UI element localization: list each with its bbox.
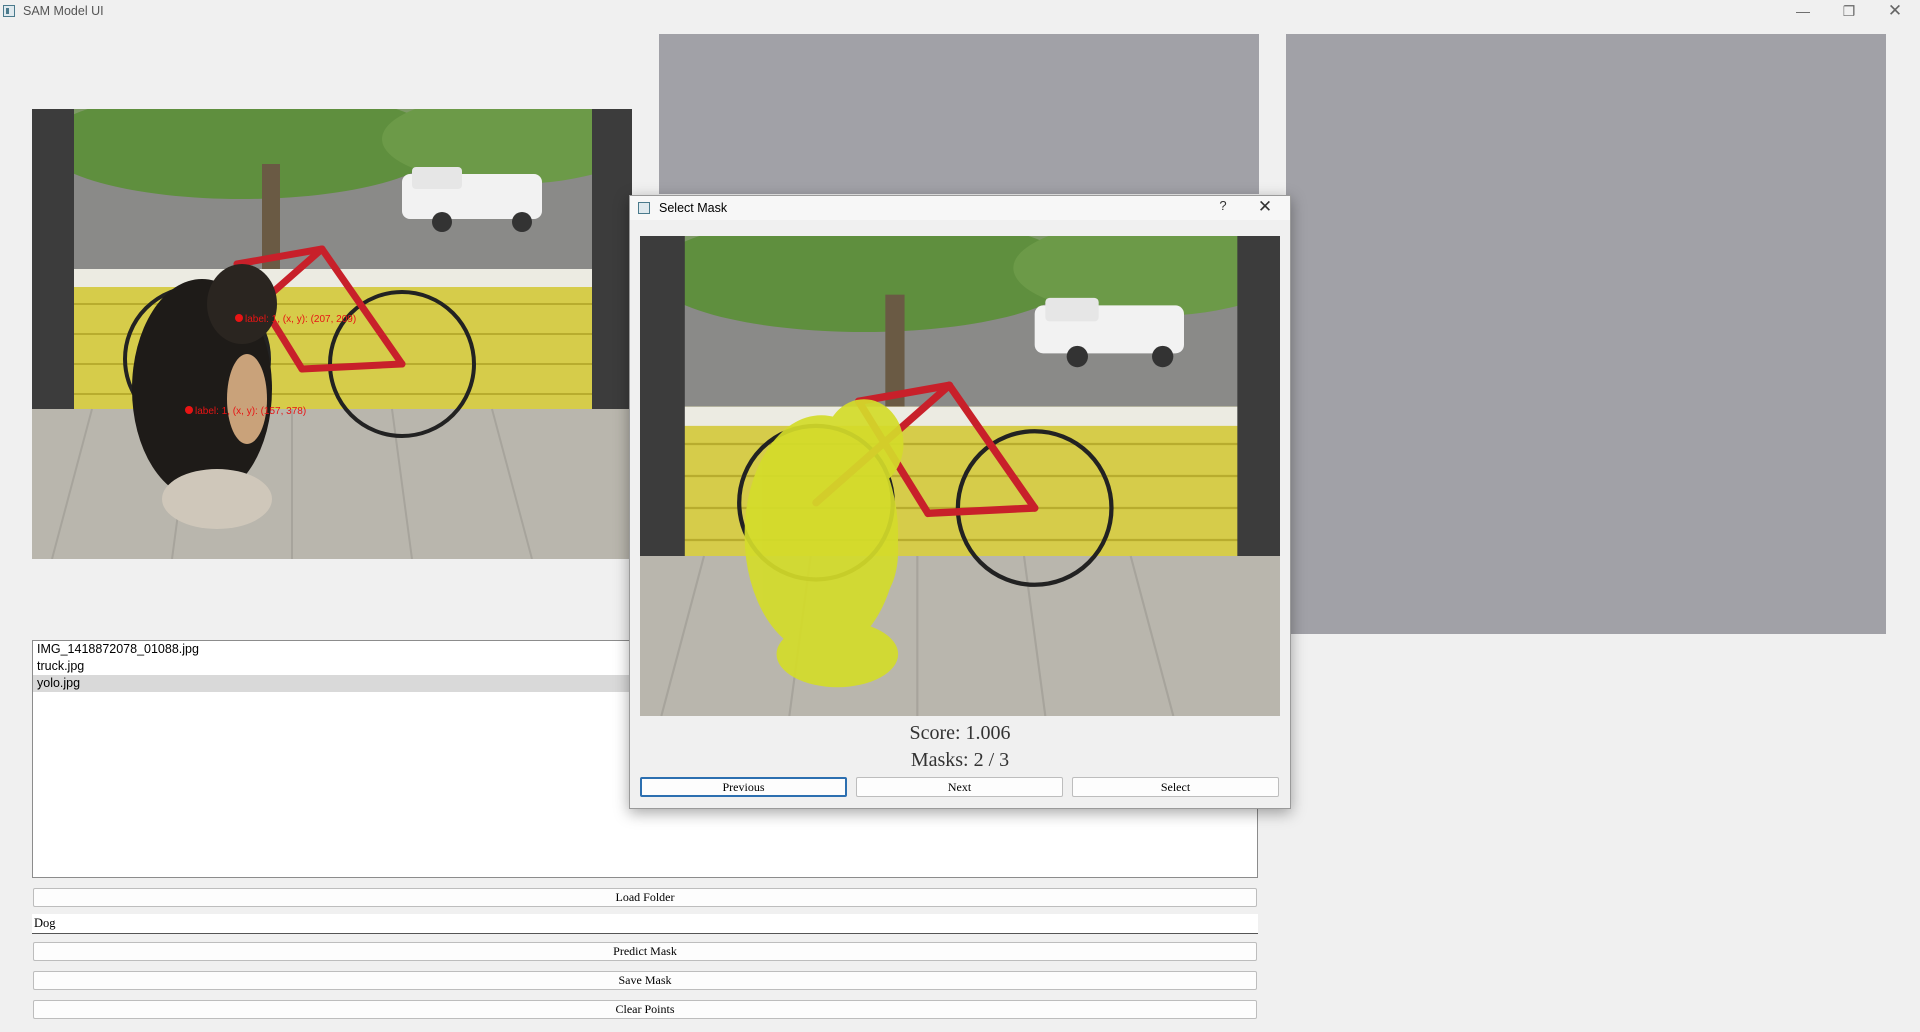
prompt-point-label-2: label: 1, (x, y): (157, 378): [195, 406, 306, 417]
select-mask-dialog: Select Mask ? ✕ Score: 1.006 Masks: 2 / …: [629, 195, 1291, 809]
mask-score: Score: 1.006: [909, 722, 1011, 744]
prompt-text-input[interactable]: [32, 914, 1258, 934]
title-bar: SAM Model UI — ❐ ✕: [0, 0, 1920, 24]
next-button[interactable]: Next: [856, 777, 1063, 797]
window-title: SAM Model UI: [23, 4, 104, 18]
previous-button[interactable]: Previous: [640, 777, 847, 797]
minimize-button[interactable]: —: [1780, 0, 1826, 24]
save-mask-button[interactable]: Save Mask: [33, 971, 1257, 990]
dialog-title: Select Mask: [659, 201, 728, 215]
output-preview-panel: [1286, 34, 1886, 634]
porch-photo: label: 1, (x, y): (207, 209) label: 1, (…: [32, 109, 632, 559]
dialog-title-bar: Select Mask ? ✕: [630, 196, 1290, 220]
mask-preview-panel: [659, 34, 1259, 194]
predict-mask-button[interactable]: Predict Mask: [33, 942, 1257, 961]
dialog-close-button[interactable]: ✕: [1248, 196, 1282, 218]
load-folder-button[interactable]: Load Folder: [33, 888, 1257, 907]
close-button[interactable]: ✕: [1872, 0, 1918, 24]
help-button[interactable]: ?: [1210, 198, 1236, 218]
dialog-app-icon: [638, 202, 650, 214]
prompt-point-2: [185, 406, 193, 414]
app-icon: [3, 5, 15, 17]
main-image-canvas[interactable]: label: 1, (x, y): (207, 209) label: 1, (…: [32, 109, 632, 559]
porch-photo-masked: [640, 236, 1280, 716]
select-button[interactable]: Select: [1072, 777, 1279, 797]
maximize-button[interactable]: ❐: [1826, 0, 1872, 24]
prompt-point-1: [235, 314, 243, 322]
mask-counter: Masks: 2 / 3: [910, 749, 1010, 771]
prompt-point-label-1: label: 1, (x, y): (207, 209): [245, 314, 356, 325]
clear-points-button[interactable]: Clear Points: [33, 1000, 1257, 1019]
mask-preview-image: [640, 236, 1280, 716]
